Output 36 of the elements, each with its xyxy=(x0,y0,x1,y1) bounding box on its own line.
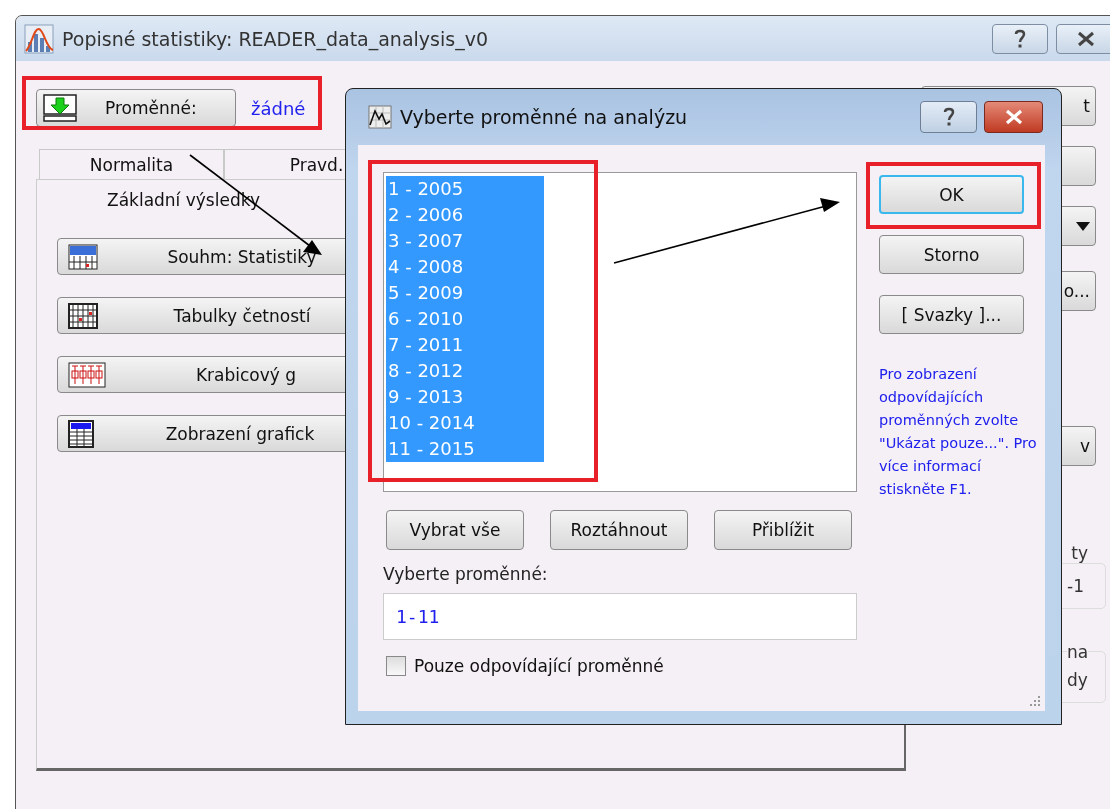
help-text: Pro zobrazení odpovídajících proměnných zvolte "Ukázat pouze...". Pro více informací stiskněte F1. xyxy=(879,365,1038,499)
window-title: Popisné statistiky: READER_data_analysis_v0 xyxy=(62,27,489,50)
import-icon xyxy=(43,94,77,122)
close-icon xyxy=(1004,109,1023,125)
grid-icon xyxy=(68,302,98,329)
variables-button[interactable]: Proměnné: xyxy=(36,89,236,127)
variables-value: žádné xyxy=(251,97,306,119)
chart-icon xyxy=(24,23,54,54)
table-icon xyxy=(68,243,98,270)
help-button[interactable] xyxy=(992,23,1048,54)
list-button[interactable]: Přiblížit xyxy=(714,510,852,550)
dialog-title: Vyberte proměnné na analýzu xyxy=(400,106,689,128)
help-icon xyxy=(942,107,955,127)
input-field[interactable]: 1-11 xyxy=(383,593,857,640)
boxplot-icon xyxy=(68,361,106,388)
tab[interactable]: Normalita xyxy=(39,149,224,179)
group-text: dy xyxy=(1067,670,1089,690)
dialog-button[interactable]: OK xyxy=(879,175,1024,214)
dropdown-arrow-icon xyxy=(1076,221,1090,231)
close-button[interactable] xyxy=(984,101,1043,133)
table-icon xyxy=(68,419,94,448)
help-icon xyxy=(1014,28,1026,49)
dialog-button[interactable]: Storno xyxy=(879,235,1024,274)
checkbox[interactable] xyxy=(386,656,406,676)
list-button[interactable]: Vybrat vše xyxy=(386,510,524,550)
dialog-button[interactable]: [ Svazky ]... xyxy=(879,295,1024,334)
option-label: ty xyxy=(1070,543,1089,563)
chart-icon xyxy=(368,105,392,129)
close-button[interactable] xyxy=(1056,23,1110,54)
group-text: -1 xyxy=(1067,576,1085,596)
field-label: Vyberte proměnné: xyxy=(383,564,549,584)
resize-grip-icon xyxy=(1029,695,1041,707)
close-icon xyxy=(1077,30,1095,47)
help-button[interactable] xyxy=(920,101,977,133)
checkbox-label: Pouze odpovídající proměnné xyxy=(414,656,664,676)
list-button[interactable]: Roztáhnout xyxy=(550,510,688,550)
